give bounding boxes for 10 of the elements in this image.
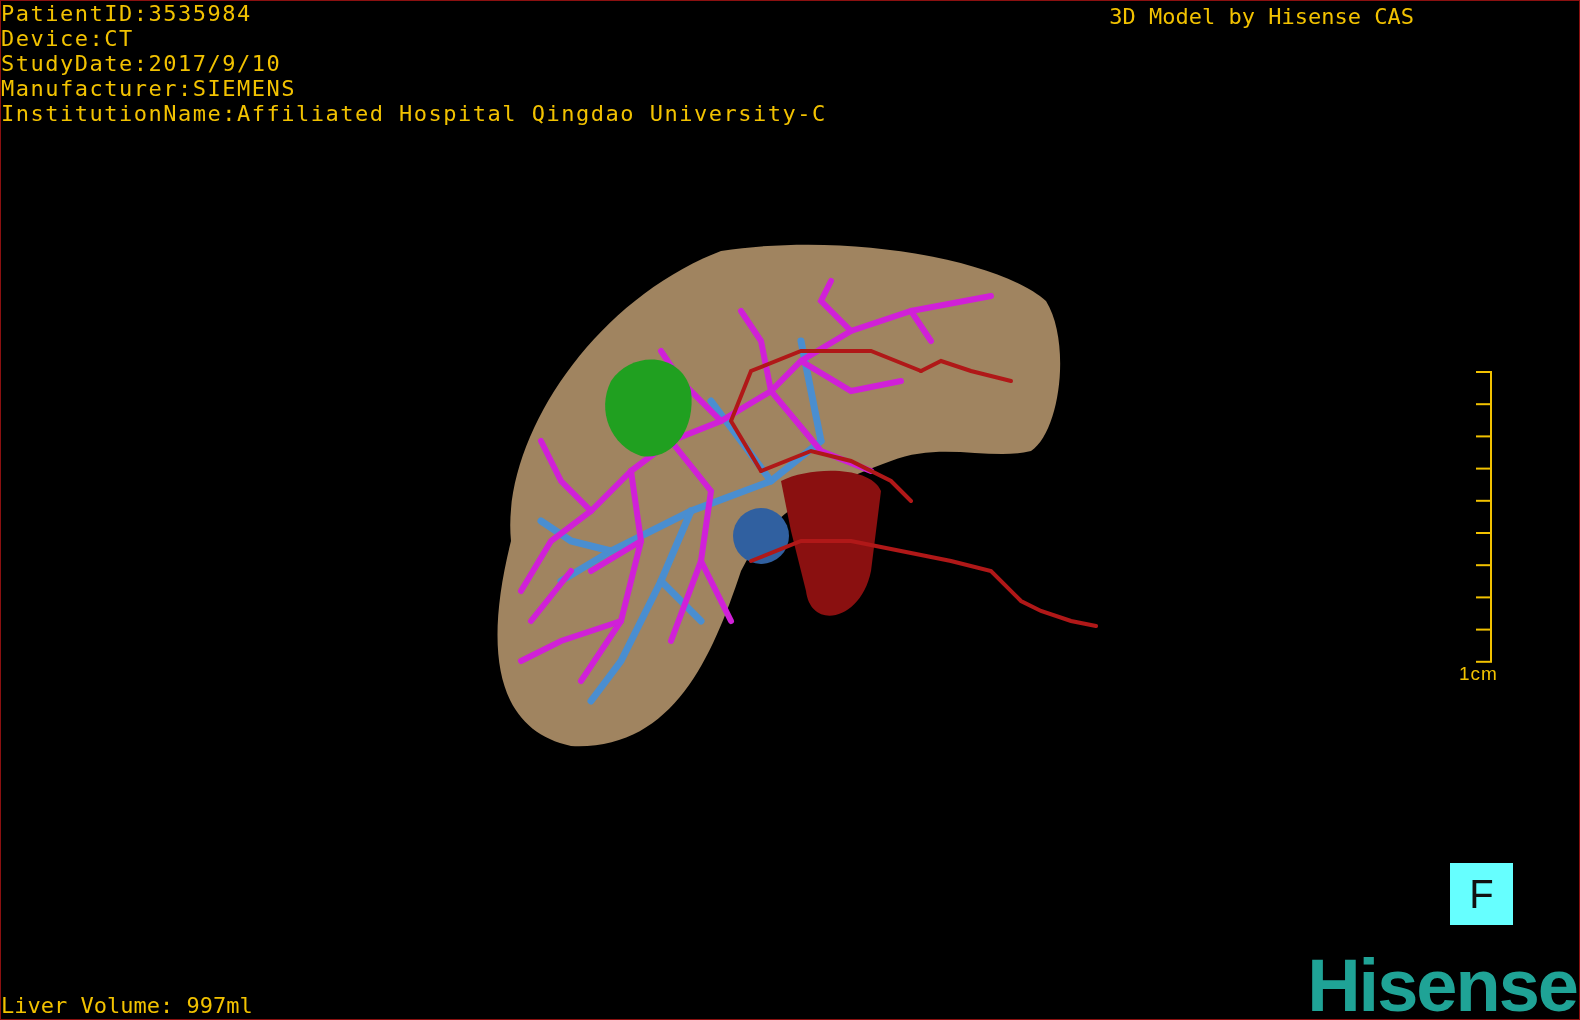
info-text: InstitutionName:Affiliated Hospital Qingdao University-C bbox=[1, 101, 827, 126]
liver-volume-text: Liver Volume: 997ml bbox=[1, 993, 253, 1019]
logo-text: Hisense bbox=[1307, 953, 1578, 1019]
info-text: PatientID:3535984 bbox=[1, 1, 253, 26]
scale-label: 1cm bbox=[1459, 663, 1498, 685]
info-text: StudyDate:2017/9/10 bbox=[1, 51, 283, 76]
credit-text: 3D Model by Hisense CAS bbox=[1109, 3, 1415, 29]
orientation-marker: F bbox=[1450, 863, 1513, 925]
info-text: Device:CT bbox=[1, 26, 135, 51]
info-text: Manufacturer:SIEMENS bbox=[1, 76, 297, 101]
